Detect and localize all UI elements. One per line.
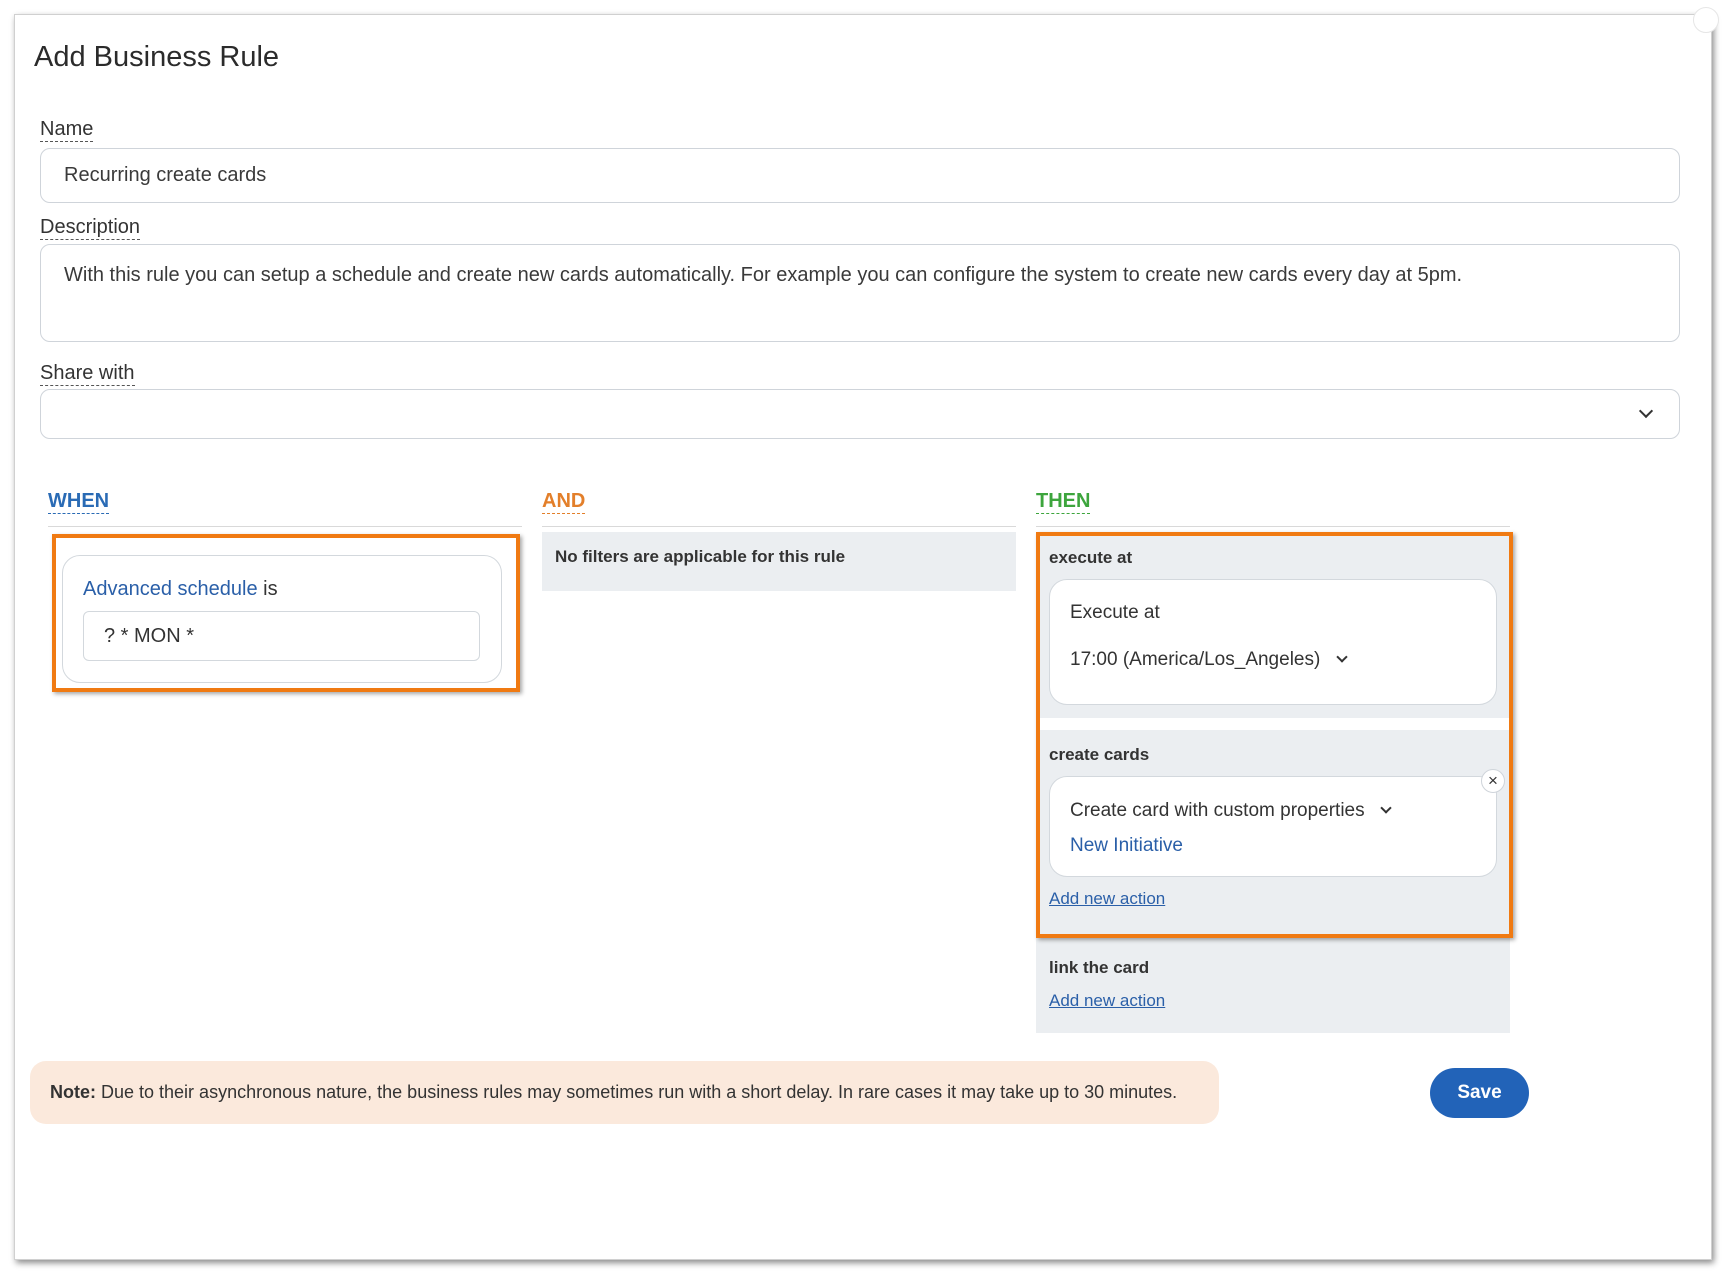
delay-note: Note: Due to their asynchronous nature, …	[30, 1061, 1219, 1124]
when-condition-text: Advanced schedule is	[83, 578, 278, 601]
name-label: Name	[40, 118, 94, 142]
advanced-schedule-link[interactable]: Advanced schedule	[83, 578, 258, 600]
share-with-label: Share with	[40, 362, 135, 386]
corner-decoration	[1693, 7, 1719, 33]
description-label: Description	[40, 216, 141, 240]
then-heading: THEN	[1036, 490, 1091, 514]
schedule-input[interactable]: ? * MON *	[83, 611, 480, 661]
note-label: Note:	[50, 1082, 96, 1102]
chevron-down-icon	[1638, 403, 1654, 419]
save-button[interactable]: Save	[1430, 1068, 1529, 1118]
when-section-header: WHEN	[48, 490, 522, 527]
description-input[interactable]: With this rule you can setup a schedule …	[40, 244, 1680, 342]
then-highlight-box	[1036, 532, 1513, 938]
link-the-card-section-label: link the card	[1049, 958, 1150, 977]
and-section-header: AND	[542, 490, 1016, 527]
no-filters-text: No filters are applicable for this rule	[555, 547, 846, 566]
add-new-action-link-link[interactable]: Add new action	[1049, 991, 1165, 1011]
name-input[interactable]: Recurring create cards	[40, 148, 1680, 203]
note-text: Due to their asynchronous nature, the bu…	[96, 1082, 1178, 1102]
condition-operator: is	[263, 578, 278, 600]
share-with-select[interactable]	[40, 389, 1680, 439]
when-heading: WHEN	[48, 490, 110, 514]
then-section-header: THEN	[1036, 490, 1510, 527]
dialog-title: Add Business Rule	[34, 41, 280, 73]
and-filters-box: No filters are applicable for this rule	[542, 532, 1016, 591]
and-heading: AND	[542, 490, 586, 514]
when-condition-card: Advanced schedule is ? * MON *	[62, 555, 502, 683]
